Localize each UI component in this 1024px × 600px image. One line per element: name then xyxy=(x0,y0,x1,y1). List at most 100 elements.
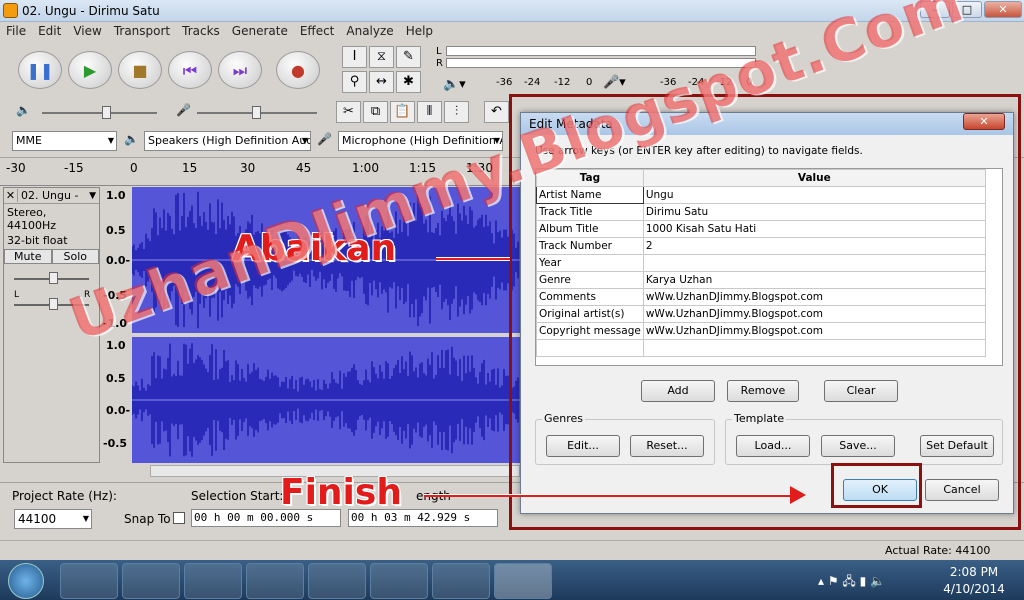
clock-date[interactable]: 4/10/2014 xyxy=(942,582,1006,596)
metadata-row[interactable] xyxy=(536,339,986,357)
selection-start-label: Selection Start: xyxy=(191,489,284,503)
sticky-notes-taskbar-icon[interactable] xyxy=(370,563,428,599)
project-rate-select[interactable]: 44100 xyxy=(14,509,92,529)
template-load-button[interactable]: Load... xyxy=(736,435,810,457)
speaker-meter-icon[interactable]: 🔈▾ xyxy=(443,77,466,92)
metadata-value-cell[interactable]: Karya Uzhan xyxy=(642,271,986,289)
metadata-tag-cell[interactable]: Track Title xyxy=(536,203,644,221)
start-button[interactable] xyxy=(8,563,44,599)
metadata-value-cell[interactable]: Dirimu Satu xyxy=(642,203,986,221)
pause-button[interactable]: ❚❚ xyxy=(18,51,62,89)
timeshift-tool-icon[interactable]: ↔ xyxy=(369,71,394,93)
menu-file[interactable]: File xyxy=(0,22,32,40)
metadata-row[interactable]: Copyright message wWw.UzhanDJimmy.Blogspo… xyxy=(536,322,986,340)
input-volume-thumb[interactable] xyxy=(252,106,261,119)
menu-tracks[interactable]: Tracks xyxy=(176,22,226,40)
metadata-value-cell[interactable]: Ungu xyxy=(642,186,986,204)
audacity-taskbar-icon[interactable] xyxy=(494,563,552,599)
menu-help[interactable]: Help xyxy=(400,22,439,40)
media-player-classic-taskbar-icon[interactable] xyxy=(246,563,304,599)
metadata-tag-cell[interactable]: Album Title xyxy=(536,220,644,238)
metadata-tag-cell[interactable]: Comments xyxy=(536,288,644,306)
draw-tool-icon[interactable]: ✎ xyxy=(396,46,421,68)
app-taskbar-icon[interactable] xyxy=(432,563,490,599)
copy-icon[interactable]: ⧉ xyxy=(363,101,388,123)
silence-icon[interactable]: ⫶ xyxy=(444,101,469,123)
metadata-row[interactable]: Track Title Dirimu Satu xyxy=(536,203,986,221)
metadata-tag-cell[interactable]: Year xyxy=(536,254,644,272)
genres-reset-button[interactable]: Reset... xyxy=(630,435,704,457)
metadata-row[interactable]: Track Number 2 xyxy=(536,237,986,255)
metadata-row[interactable]: Album Title 1000 Kisah Satu Hati xyxy=(536,220,986,238)
metadata-tag-cell[interactable]: Original artist(s) xyxy=(536,305,644,323)
metadata-value-cell[interactable]: 2 xyxy=(642,237,986,255)
dialog-close-button[interactable]: ✕ xyxy=(963,113,1005,130)
template-save-button[interactable]: Save... xyxy=(821,435,895,457)
metadata-tag-cell[interactable]: Track Number xyxy=(536,237,644,255)
media-player-taskbar-icon[interactable] xyxy=(122,563,180,599)
track-name[interactable]: 02. Ungu - xyxy=(18,189,89,202)
skip-to-start-button[interactable]: ⏮ xyxy=(168,51,212,89)
metadata-value-cell[interactable]: wWw.UzhanDJimmy.Blogspot.com xyxy=(642,305,986,323)
output-device-select[interactable]: Speakers (High Definition Audi xyxy=(144,131,311,151)
waveform-right-channel[interactable] xyxy=(132,337,520,463)
mute-button[interactable]: Mute xyxy=(4,249,52,264)
snap-to-checkbox[interactable] xyxy=(173,512,185,524)
firefox-taskbar-icon[interactable] xyxy=(308,563,366,599)
menu-transport[interactable]: Transport xyxy=(108,22,176,40)
metadata-value-cell[interactable]: 1000 Kisah Satu Hati xyxy=(642,220,986,238)
media-center-taskbar-icon[interactable] xyxy=(184,563,242,599)
metadata-value-cell[interactable] xyxy=(642,339,986,357)
metadata-row[interactable]: Year xyxy=(536,254,986,272)
ruler-tick: 45 xyxy=(296,161,312,175)
paste-icon[interactable]: 📋 xyxy=(390,101,415,123)
stop-button[interactable]: ■ xyxy=(118,51,162,89)
selection-tool-icon[interactable]: I xyxy=(342,46,367,68)
track-close-icon[interactable]: ✕ xyxy=(4,189,18,202)
menu-view[interactable]: View xyxy=(67,22,107,40)
zoom-tool-icon[interactable]: ⚲ xyxy=(342,71,367,93)
scale-label: 1.0 xyxy=(106,189,126,202)
genres-edit-button[interactable]: Edit... xyxy=(546,435,620,457)
metadata-tag-cell[interactable]: Artist Name xyxy=(536,186,644,204)
skip-to-end-button[interactable]: ⏭ xyxy=(218,51,262,89)
metadata-value-cell[interactable] xyxy=(642,254,986,272)
output-volume-slider[interactable] xyxy=(42,112,157,114)
metadata-row[interactable]: Original artist(s) wWw.UzhanDJimmy.Blogsp… xyxy=(536,305,986,323)
multi-tool-icon[interactable]: ✱ xyxy=(396,71,421,93)
tray-icons[interactable]: ▴ ⚑ 🖧 ▮ 🔈 xyxy=(818,572,885,593)
envelope-tool-icon[interactable]: ⧖ xyxy=(369,46,394,68)
close-window-button[interactable]: ✕ xyxy=(984,1,1022,18)
menu-edit[interactable]: Edit xyxy=(32,22,67,40)
metadata-tag-cell[interactable] xyxy=(536,339,644,357)
metadata-row[interactable]: Comments wWw.UzhanDJimmy.Blogspot.com xyxy=(536,288,986,306)
undo-icon[interactable]: ↶ xyxy=(484,101,509,123)
trim-icon[interactable]: ⫴ xyxy=(417,101,442,123)
add-button[interactable]: Add xyxy=(641,380,715,402)
metadata-value-cell[interactable]: wWw.UzhanDJimmy.Blogspot.com xyxy=(642,288,986,306)
metadata-row[interactable]: Genre Karya Uzhan xyxy=(536,271,986,289)
track-menu-chevron-icon[interactable]: ▼ xyxy=(89,191,99,201)
metadata-row[interactable]: Artist Name Ungu xyxy=(536,186,986,204)
cut-icon[interactable]: ✂ xyxy=(336,101,361,123)
metadata-tag-cell[interactable]: Genre xyxy=(536,271,644,289)
clear-button[interactable]: Clear xyxy=(824,380,898,402)
solo-button[interactable]: Solo xyxy=(51,249,99,264)
metadata-tag-cell[interactable]: Copyright message xyxy=(536,322,644,340)
menu-analyze[interactable]: Analyze xyxy=(340,22,399,40)
metadata-grid[interactable]: Tag Value Artist Name Ungu Track Title Dirim… xyxy=(535,168,1003,366)
output-volume-thumb[interactable] xyxy=(102,106,111,119)
record-button[interactable]: ● xyxy=(276,51,320,89)
menu-effect[interactable]: Effect xyxy=(294,22,341,40)
menu-generate[interactable]: Generate xyxy=(226,22,294,40)
ruler-tick: -30 xyxy=(6,161,26,175)
play-button[interactable]: ▶ xyxy=(68,51,112,89)
audio-host-select[interactable]: MME xyxy=(12,131,117,151)
remove-button[interactable]: Remove xyxy=(727,380,799,402)
meter-right-label: R xyxy=(436,58,443,69)
template-set-default-button[interactable]: Set Default xyxy=(920,435,994,457)
explorer-taskbar-icon[interactable] xyxy=(60,563,118,599)
cancel-button[interactable]: Cancel xyxy=(925,479,999,501)
metadata-value-cell[interactable]: wWw.UzhanDJimmy.Blogspot.com xyxy=(642,322,986,340)
clock-time[interactable]: 2:08 PM xyxy=(948,565,1000,579)
